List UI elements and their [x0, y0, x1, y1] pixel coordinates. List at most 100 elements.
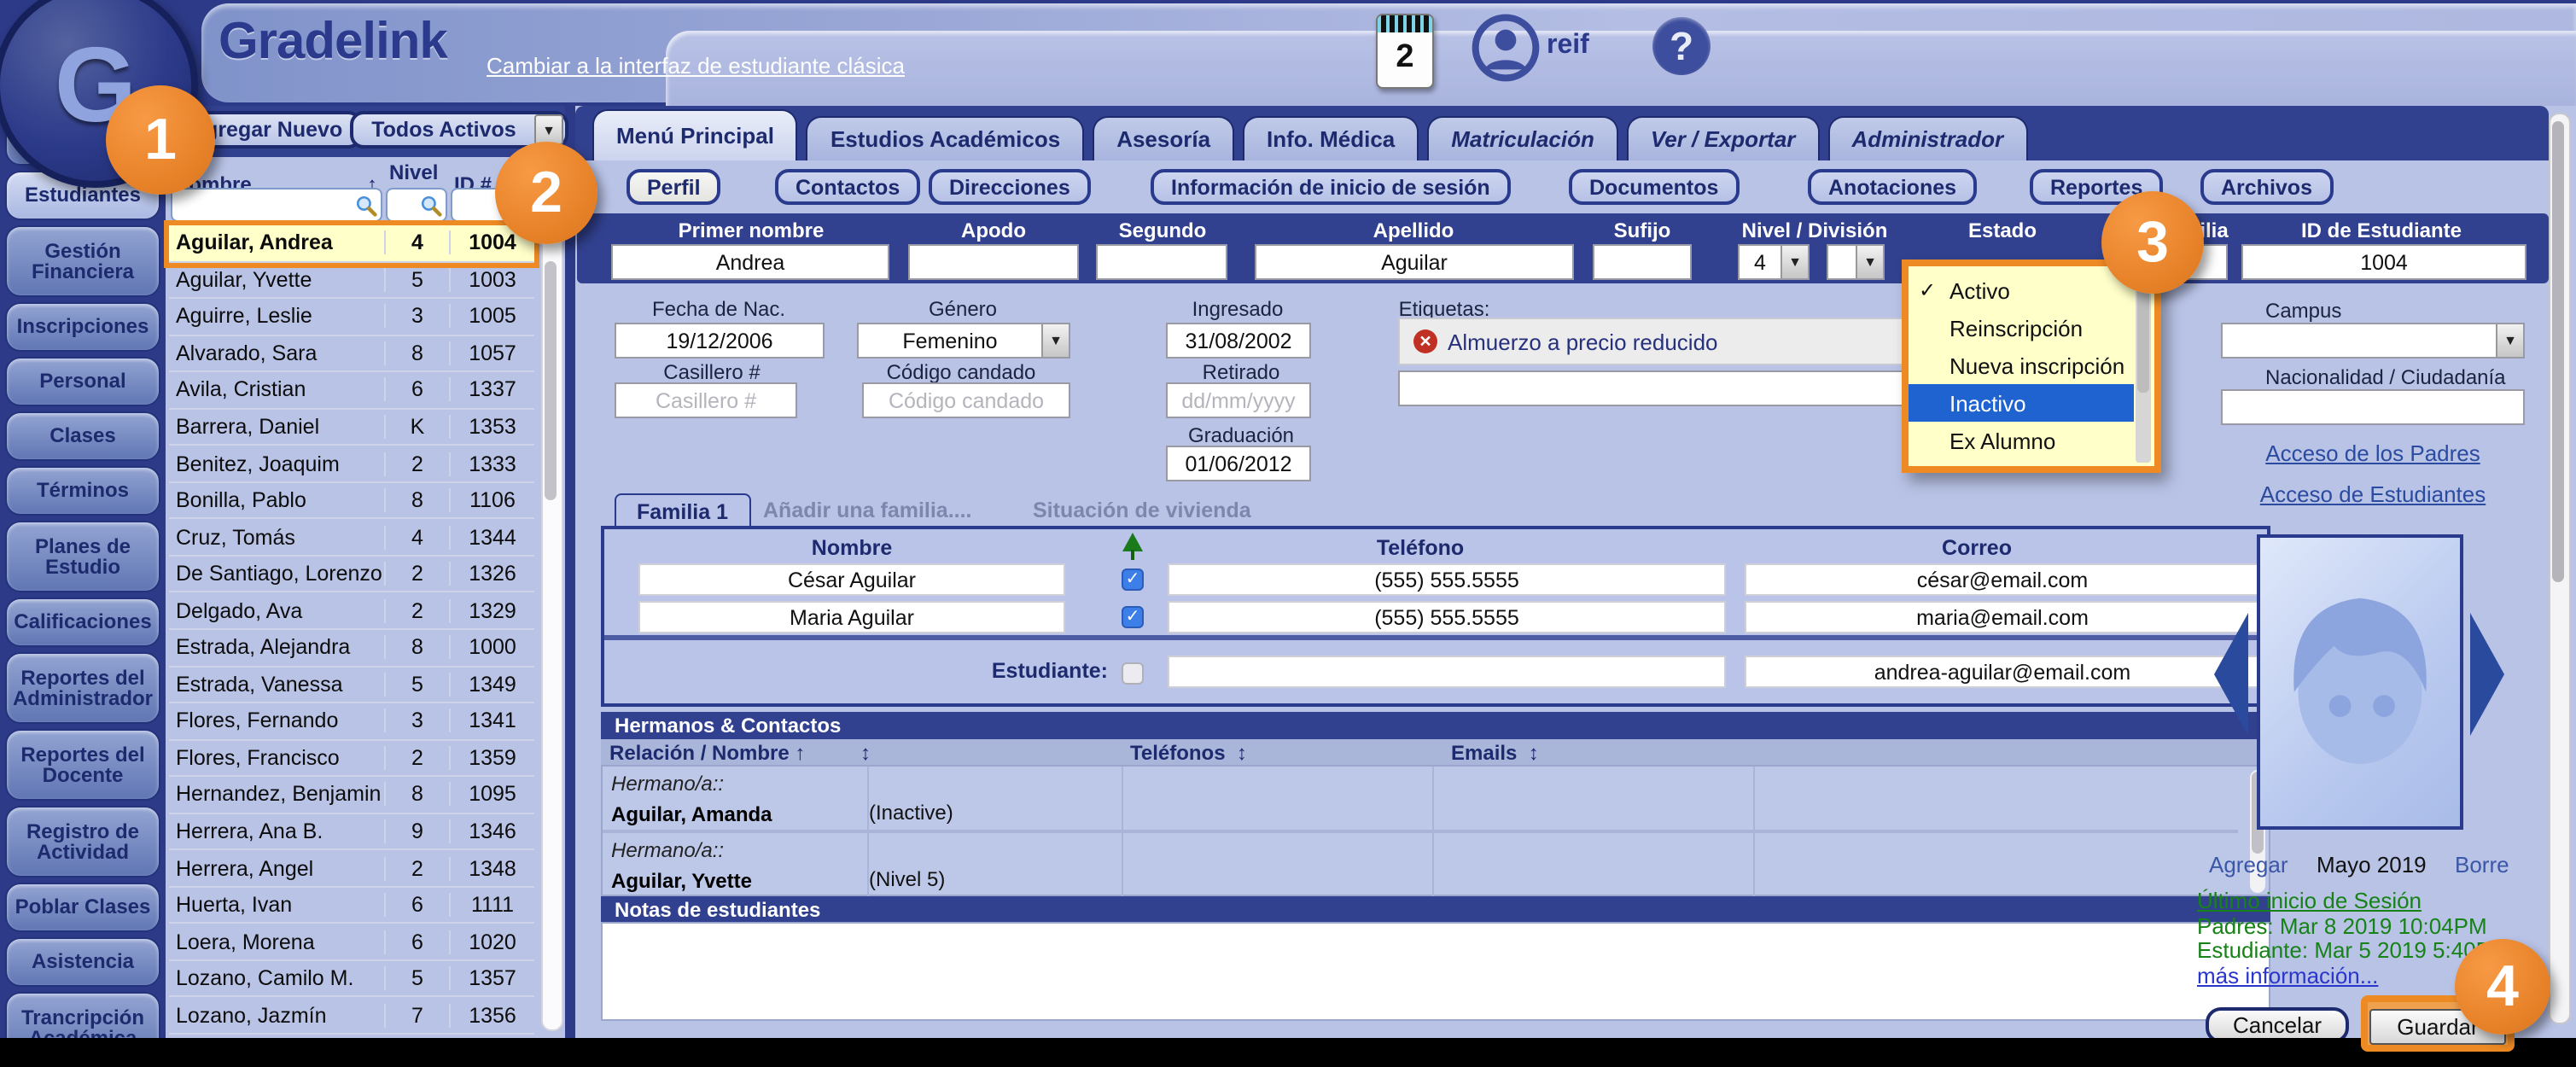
sort-icon[interactable]: ↕ [860, 740, 871, 764]
table-row[interactable]: Herrera, Angel21348 [169, 851, 534, 888]
table-row[interactable]: Alvarado, Sara81057 [169, 335, 534, 372]
notes-textarea[interactable] [601, 922, 2270, 1021]
main-scrollbar[interactable] [2549, 113, 2571, 1024]
suffix-field[interactable] [1593, 244, 1692, 280]
sidebar-item-calificaciones[interactable]: Calificaciones [5, 598, 160, 647]
table-row[interactable]: Barrera, DanielK1353 [169, 409, 534, 446]
middle-name-field[interactable] [1096, 244, 1227, 280]
family-email-field[interactable] [1745, 563, 2260, 596]
table-row[interactable]: Huerta, Ivan61111 [169, 888, 534, 924]
main-scrollbar-thumb[interactable] [2552, 121, 2564, 582]
sidebar-item-asistencia[interactable]: Asistencia [5, 937, 160, 987]
table-row[interactable]: Aguirre, Leslie31005 [169, 299, 534, 335]
family-phone-field[interactable] [1168, 563, 1726, 596]
table-row[interactable]: Aguilar, Yvette51003 [169, 262, 534, 299]
birth-field[interactable] [615, 323, 825, 359]
tab-estudios-acade-micos[interactable]: Estudios Académicos [807, 116, 1084, 160]
table-row[interactable]: Benitez, Joaquim21333 [169, 446, 534, 483]
table-row[interactable]: Delgado, Ava21329 [169, 593, 534, 630]
table-row[interactable]: Hernandez, Benjamin81095 [169, 777, 534, 813]
housing-link[interactable]: Situación de vivienda [1033, 499, 1251, 522]
status-option-activo[interactable]: ✓Activo [1909, 271, 2134, 309]
more-info-link[interactable]: más información... [2197, 963, 2378, 988]
table-row[interactable]: Lozano, Camilo M.51357 [169, 961, 534, 998]
subnav-archivos[interactable]: Archivos [2200, 169, 2333, 205]
photo-add-link[interactable]: Agregar [2209, 852, 2288, 878]
table-row[interactable]: Flores, Fernando31341 [169, 703, 534, 740]
family-email-checkbox[interactable]: ✓ [1122, 606, 1144, 628]
calendar-icon[interactable]: 2 [1376, 14, 1434, 89]
nickname-field[interactable] [908, 244, 1079, 280]
status-option-reinscripcio-n[interactable]: Reinscripción [1909, 309, 2134, 347]
tab-familia-1[interactable]: Familia 1 [615, 493, 750, 529]
last-login-title[interactable]: Último inicio de Sesión [2197, 888, 2422, 913]
sidebar-item-clases[interactable]: Clases [5, 411, 160, 461]
dropdown-scrollbar[interactable] [2136, 270, 2151, 463]
family-name-field[interactable] [638, 601, 1065, 633]
sidebar-item-poblar-clases[interactable]: Poblar Clases [5, 883, 160, 932]
table-row[interactable]: Estrada, Alejandra81000 [169, 630, 534, 667]
sidebar-item-planes-de-estudio[interactable]: Planes de Estudio [5, 521, 160, 592]
table-row[interactable]: De Santiago, Lorenzo21326 [169, 557, 534, 593]
subnav-contactos[interactable]: Contactos [775, 169, 920, 205]
subnav-anotaciones[interactable]: Anotaciones [1808, 169, 1977, 205]
siblings-column-relation[interactable]: Relación / Nombre ↑ [601, 740, 805, 764]
sidebar-item-personal[interactable]: Personal [5, 357, 160, 406]
photo-delete-link[interactable]: Borre [2455, 852, 2509, 878]
tab-administrador[interactable]: Administrador [1827, 116, 2027, 160]
graduation-field[interactable] [1166, 446, 1311, 481]
remove-tag-icon[interactable]: ✕ [1413, 329, 1437, 353]
sidebar-item-reportes-del-docente[interactable]: Reportes del Docente [5, 729, 160, 801]
status-option-inactivo[interactable]: Inactivo [1909, 384, 2134, 422]
list-scrollbar-thumb[interactable] [545, 261, 557, 500]
family-phone-field[interactable] [1168, 601, 1726, 633]
subnav-perfil[interactable]: Perfil [627, 169, 721, 205]
campus-select[interactable]: ▼ [2221, 323, 2525, 359]
help-icon[interactable]: ? [1652, 17, 1711, 75]
entered-field[interactable] [1166, 323, 1311, 359]
table-row[interactable]: Cruz, Tomás41344 [169, 520, 534, 557]
list-scrollbar[interactable] [541, 225, 563, 1031]
siblings-column-phones[interactable]: Teléfonos ↕ [1130, 740, 1247, 764]
family-name-field[interactable] [638, 563, 1065, 596]
withdrawn-field[interactable] [1166, 382, 1311, 418]
table-row[interactable]: Flores, Francisco21359 [169, 740, 534, 777]
parent-access-link[interactable]: Acceso de los Padres [2265, 440, 2480, 466]
status-option-ex-alumno[interactable]: Ex Alumno [1909, 422, 2134, 459]
student-access-link[interactable]: Acceso de Estudiantes [2260, 481, 2486, 507]
tab-menu-principal[interactable]: Menú Principal [592, 109, 798, 160]
family-email-checkbox[interactable]: ✓ [1122, 568, 1144, 591]
table-row[interactable]: Avila, Cristian61337 [169, 372, 534, 409]
sidebar-item-gestio-n-financiera[interactable]: Gestión Financiera [5, 225, 160, 297]
sibling-row[interactable]: Hermano/a::Aguilar, Amanda(Inactive) [603, 767, 2238, 833]
tab-matriculacio-n[interactable]: Matriculación [1427, 116, 1618, 160]
search-input-name[interactable] [171, 188, 382, 222]
status-option-nueva-inscripcio-n[interactable]: Nueva inscripción [1909, 347, 2134, 384]
classic-interface-link[interactable]: Cambiar a la interfaz de estudiante clás… [487, 53, 905, 79]
subnav-documentos[interactable]: Documentos [1569, 169, 1739, 205]
table-row[interactable]: Loera, Morena61020 [169, 924, 534, 961]
student-email-field[interactable] [1745, 656, 2260, 688]
locker-field[interactable] [615, 382, 797, 418]
lock-code-field[interactable] [862, 382, 1070, 418]
student-id-field[interactable] [2241, 244, 2526, 280]
student-email-checkbox[interactable] [1122, 662, 1144, 685]
user-icon[interactable] [1472, 14, 1540, 82]
sibling-row[interactable]: Hermano/a::Aguilar, Yvette(Nivel 5) [603, 833, 2238, 900]
table-row[interactable]: Bonilla, Pablo81106 [169, 483, 534, 520]
subnav-informacio-n-de-inicio-de-sesio-n[interactable]: Información de inicio de sesión [1151, 169, 1511, 205]
table-row[interactable]: Aguilar, Andrea41004 [169, 225, 534, 262]
nationality-field[interactable] [2221, 389, 2525, 425]
sidebar-item-inscripciones[interactable]: Inscripciones [5, 302, 160, 352]
photo-next-icon[interactable] [2470, 613, 2504, 736]
first-name-field[interactable] [611, 244, 889, 280]
add-family-link[interactable]: Añadir una familia.... [763, 499, 972, 522]
gender-select[interactable]: Femenino▼ [857, 323, 1070, 359]
family-email-field[interactable] [1745, 601, 2260, 633]
tab-ver-exportar[interactable]: Ver / Exportar [1627, 116, 1820, 160]
sidebar-item-te-rminos[interactable]: Términos [5, 466, 160, 516]
photo-prev-icon[interactable] [2214, 613, 2248, 736]
table-row[interactable]: Estrada, Vanessa51349 [169, 667, 534, 703]
siblings-column-emails[interactable]: Emails ↕ [1451, 740, 1539, 764]
division-select[interactable]: ▼ [1827, 244, 1885, 280]
